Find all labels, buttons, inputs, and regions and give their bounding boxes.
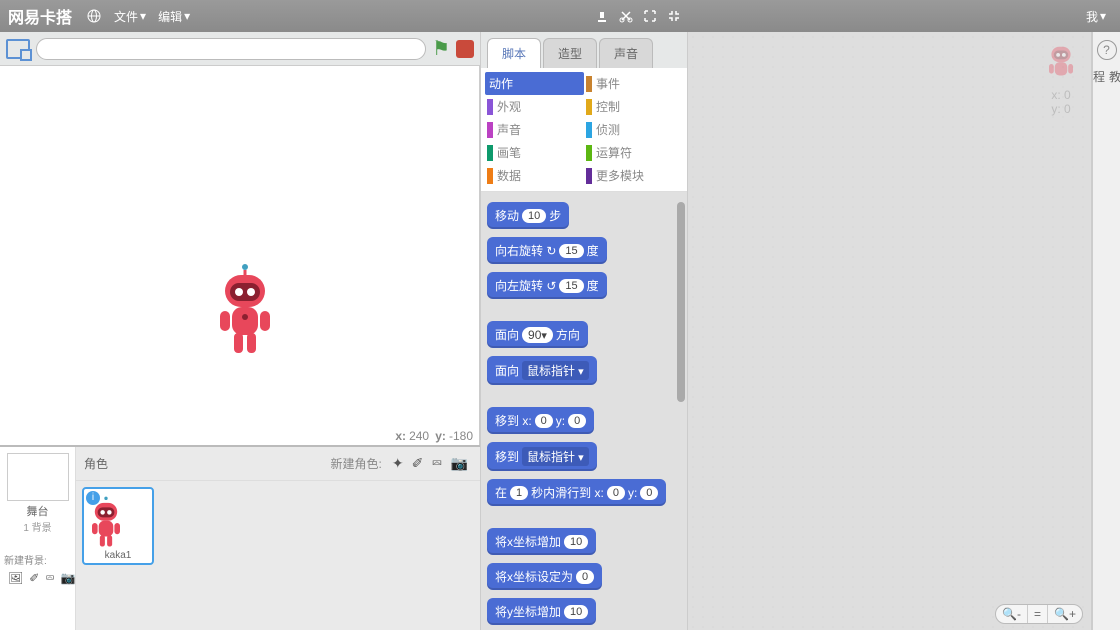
sprite-library-icon[interactable]: ✦ [392,455,404,472]
tab-sounds[interactable]: 声音 [599,38,653,68]
zoom-reset-icon[interactable]: = [1027,605,1047,623]
block-categories: 动作事件外观控制声音侦测画笔运算符数据更多模块 [481,68,687,192]
globe-icon [86,8,102,24]
palette-scrollbar[interactable] [677,202,685,402]
editor-tabs: 脚本 造型 声音 [481,32,687,68]
language-menu[interactable] [86,8,102,24]
sprite-camera-icon[interactable]: 📷 [451,455,468,472]
category-声音[interactable]: 声音 [485,118,584,141]
category-数据[interactable]: 数据 [485,164,584,187]
category-运算符[interactable]: 运算符 [584,141,683,164]
backdrop-paint-icon[interactable]: ✐ [29,571,39,586]
stage-canvas[interactable]: x: 240 y: -180 [0,66,480,445]
project-title-input[interactable] [36,38,426,60]
block-move[interactable]: 移动10步 [487,202,569,229]
help-icon[interactable]: ? [1097,40,1117,60]
stop-icon[interactable] [456,40,474,58]
block-goto[interactable]: 移到鼠标指针 ▾ [487,442,597,471]
sprite-upload-icon[interactable]: ⮹ [431,455,442,472]
stage-thumbnail[interactable] [7,453,69,501]
zoom-out-icon[interactable]: 🔍- [996,605,1027,623]
shrink-tool-icon[interactable] [665,7,683,25]
block-turn-left[interactable]: 向左旋转 ↺15度 [487,272,607,299]
sprite-on-stage[interactable] [210,261,280,361]
stage-header: ⚑ [0,32,480,66]
category-动作[interactable]: 动作 [485,72,584,95]
stage-selector[interactable]: 舞台 1 背景 新建背景: 🖼 ✐ ⮹ 📷 [0,447,76,630]
block-glide[interactable]: 在1秒内滑行到 x:0y:0 [487,479,666,506]
block-set-x[interactable]: 将x坐标设定为0 [487,563,602,590]
help-sidebar[interactable]: ? 帮助与教程 [1092,32,1120,630]
sprite-info-icon[interactable]: i [86,491,100,505]
category-更多模块[interactable]: 更多模块 [584,164,683,187]
green-flag-icon[interactable]: ⚑ [432,36,450,61]
brand-logo: 网易卡搭 [8,4,72,28]
block-change-y[interactable]: 将y坐标增加10 [487,598,596,625]
block-turn-right[interactable]: 向右旋转 ↻15度 [487,237,607,264]
sprites-label: 角色 [84,455,331,472]
grow-tool-icon[interactable] [641,7,659,25]
stamp-tool-icon[interactable] [593,7,611,25]
block-change-x[interactable]: 将x坐标增加10 [487,528,596,555]
block-point-towards[interactable]: 面向鼠标指针 ▾ [487,356,597,385]
block-point-direction[interactable]: 面向90▾方向 [487,321,588,348]
edit-menu[interactable]: 编辑▾ [158,8,190,25]
scripts-workspace[interactable]: x: 0 y: 0 🔍- = 🔍+ [688,32,1092,630]
sprite-watermark: x: 0 y: 0 [1041,40,1081,116]
tab-scripts[interactable]: 脚本 [487,38,541,68]
help-label: 帮助与教程 [1093,68,1120,85]
category-事件[interactable]: 事件 [584,72,683,95]
tab-costumes[interactable]: 造型 [543,38,597,68]
sprite-thumbnail[interactable]: i kaka1 [82,487,154,565]
block-palette: 移动10步 向右旋转 ↻15度 向左旋转 ↺15度 面向90▾方向 面向鼠标指针… [481,192,687,630]
zoom-in-icon[interactable]: 🔍+ [1047,605,1082,623]
backdrop-camera-icon[interactable]: 📷 [61,571,76,586]
sprite-paint-icon[interactable]: ✐ [412,455,424,472]
block-goto-xy[interactable]: 移到 x:0y:0 [487,407,594,434]
mouse-coords: x: 240 y: -180 [395,429,473,443]
user-menu[interactable]: 我▾ [1086,8,1106,25]
file-menu[interactable]: 文件▾ [114,8,146,25]
category-控制[interactable]: 控制 [584,95,683,118]
zoom-controls: 🔍- = 🔍+ [995,604,1083,624]
backdrop-library-icon[interactable]: 🖼 [8,571,23,586]
category-画笔[interactable]: 画笔 [485,141,584,164]
category-侦测[interactable]: 侦测 [584,118,683,141]
backdrop-upload-icon[interactable]: ⮹ [45,571,55,586]
top-menu-bar: 网易卡搭 文件▾ 编辑▾ 我▾ [0,0,1120,32]
cut-tool-icon[interactable] [617,7,635,25]
category-外观[interactable]: 外观 [485,95,584,118]
fullscreen-icon[interactable] [6,39,30,59]
